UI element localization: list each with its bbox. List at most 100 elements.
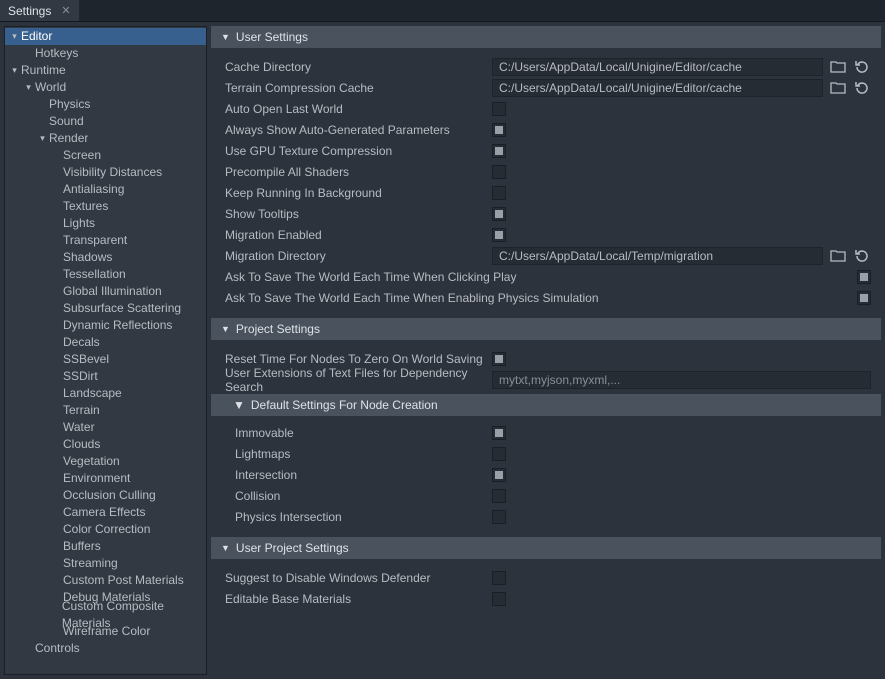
tree-item[interactable]: Lights (5, 215, 206, 232)
folder-icon[interactable] (829, 247, 847, 265)
tree-item[interactable]: Water (5, 419, 206, 436)
section-node-defaults[interactable]: ▼ Default Settings For Node Creation (211, 394, 881, 416)
checkbox-ask-save-physics[interactable] (857, 291, 871, 305)
tree-item[interactable]: Color Correction (5, 521, 206, 538)
label-gpu-tex: Use GPU Texture Compression (221, 144, 486, 158)
tree-item[interactable]: Dynamic Reflections (5, 317, 206, 334)
checkbox-physics-intersection[interactable] (492, 510, 506, 524)
input-migration-directory[interactable]: C:/Users/AppData/Local/Temp/migration (492, 247, 823, 265)
reset-icon[interactable] (853, 79, 871, 97)
chevron-down-icon: ▼ (221, 543, 230, 553)
checkbox-lightmaps[interactable] (492, 447, 506, 461)
tree-item[interactable]: Terrain (5, 402, 206, 419)
tree-item-label: Decals (63, 334, 100, 351)
tree-item[interactable]: ▾Editor (5, 28, 206, 45)
label-editable-base: Editable Base Materials (221, 592, 486, 606)
checkbox-keep-running[interactable] (492, 186, 506, 200)
section-user-settings[interactable]: ▼ User Settings (211, 26, 881, 48)
tree-item-label: Screen (63, 147, 101, 164)
checkbox-gpu-tex[interactable] (492, 144, 506, 158)
tree-item-label: Transparent (63, 232, 127, 249)
tree-item[interactable]: Buffers (5, 538, 206, 555)
tree-item[interactable]: Antialiasing (5, 181, 206, 198)
section-title: Project Settings (236, 322, 320, 336)
checkbox-reset-time[interactable] (492, 352, 506, 366)
checkbox-precompile[interactable] (492, 165, 506, 179)
tree-item[interactable]: Hotkeys (5, 45, 206, 62)
reset-icon[interactable] (853, 58, 871, 76)
checkbox-show-autogen[interactable] (492, 123, 506, 137)
tree-item[interactable]: Environment (5, 470, 206, 487)
label-lightmaps: Lightmaps (221, 447, 486, 461)
close-icon[interactable]: ✕ (61, 4, 70, 17)
folder-icon[interactable] (829, 58, 847, 76)
tree-item[interactable]: Occlusion Culling (5, 487, 206, 504)
tree-item-label: Hotkeys (35, 45, 78, 62)
row-migration-enabled: Migration Enabled (221, 224, 871, 245)
label-defender: Suggest to Disable Windows Defender (221, 571, 486, 585)
tree-item[interactable]: Transparent (5, 232, 206, 249)
checkbox-immovable[interactable] (492, 426, 506, 440)
tree-item[interactable]: Tessellation (5, 266, 206, 283)
tree-item-label: Camera Effects (63, 504, 145, 521)
tree-item-label: Textures (63, 198, 108, 215)
label-show-autogen: Always Show Auto-Generated Parameters (221, 123, 486, 137)
tree-item[interactable]: Controls (5, 640, 206, 657)
tree-item-label: Runtime (21, 62, 66, 79)
tree-item[interactable]: Textures (5, 198, 206, 215)
checkbox-migration-enabled[interactable] (492, 228, 506, 242)
checkbox-tooltips[interactable] (492, 207, 506, 221)
tree-item[interactable]: ▾Runtime (5, 62, 206, 79)
input-user-ext[interactable]: mytxt,myjson,myxml,... (492, 371, 871, 389)
chevron-down-icon[interactable]: ▾ (37, 130, 48, 147)
checkbox-editable-base[interactable] (492, 592, 506, 606)
tree-item[interactable]: ▾World (5, 79, 206, 96)
tree-item-label: Subsurface Scattering (63, 300, 181, 317)
tree-item[interactable]: Decals (5, 334, 206, 351)
tree-item[interactable]: SSDirt (5, 368, 206, 385)
label-migration-enabled: Migration Enabled (221, 228, 486, 242)
section-title: User Settings (236, 30, 308, 44)
section-user-project-settings[interactable]: ▼ User Project Settings (211, 537, 881, 559)
reset-icon[interactable] (853, 247, 871, 265)
folder-icon[interactable] (829, 79, 847, 97)
checkbox-auto-open[interactable] (492, 102, 506, 116)
tree-item[interactable]: Subsurface Scattering (5, 300, 206, 317)
row-precompile: Precompile All Shaders (221, 161, 871, 182)
tree-item-label: Physics (49, 96, 90, 113)
tree-item-label: Buffers (63, 538, 101, 555)
tree-item[interactable]: Shadows (5, 249, 206, 266)
chevron-down-icon[interactable]: ▾ (23, 79, 34, 96)
tree-item[interactable]: Landscape (5, 385, 206, 402)
tree-item-label: Lights (63, 215, 95, 232)
chevron-down-icon[interactable]: ▾ (9, 28, 20, 45)
tab-settings[interactable]: Settings ✕ (0, 0, 80, 21)
tree-item[interactable]: Visibility Distances (5, 164, 206, 181)
chevron-down-icon[interactable]: ▾ (9, 62, 20, 79)
checkbox-defender[interactable] (492, 571, 506, 585)
tree-item-label: Wireframe Color (63, 623, 150, 640)
input-cache-directory[interactable]: C:/Users/AppData/Local/Unigine/Editor/ca… (492, 58, 823, 76)
tree-item[interactable]: SSBevel (5, 351, 206, 368)
row-gpu-tex: Use GPU Texture Compression (221, 140, 871, 161)
tree-item-label: SSDirt (63, 368, 98, 385)
checkbox-ask-save-play[interactable] (857, 270, 871, 284)
tree-item[interactable]: Streaming (5, 555, 206, 572)
tree-item[interactable]: Global Illumination (5, 283, 206, 300)
tree-item[interactable]: Physics (5, 96, 206, 113)
label-ask-save-play: Ask To Save The World Each Time When Cli… (221, 270, 851, 284)
tree-item[interactable]: ▾Render (5, 130, 206, 147)
row-user-ext: User Extensions of Text Files for Depend… (221, 369, 871, 390)
tree-item[interactable]: Sound (5, 113, 206, 130)
tree-item[interactable]: Clouds (5, 436, 206, 453)
tree-item[interactable]: Camera Effects (5, 504, 206, 521)
input-terrain-cache[interactable]: C:/Users/AppData/Local/Unigine/Editor/ca… (492, 79, 823, 97)
chevron-down-icon: ▼ (221, 324, 230, 334)
section-project-settings[interactable]: ▼ Project Settings (211, 318, 881, 340)
tree-item[interactable]: Custom Composite Materials (5, 606, 206, 623)
tree-item[interactable]: Screen (5, 147, 206, 164)
checkbox-collision[interactable] (492, 489, 506, 503)
tree-item[interactable]: Custom Post Materials (5, 572, 206, 589)
checkbox-intersection[interactable] (492, 468, 506, 482)
tree-item[interactable]: Vegetation (5, 453, 206, 470)
